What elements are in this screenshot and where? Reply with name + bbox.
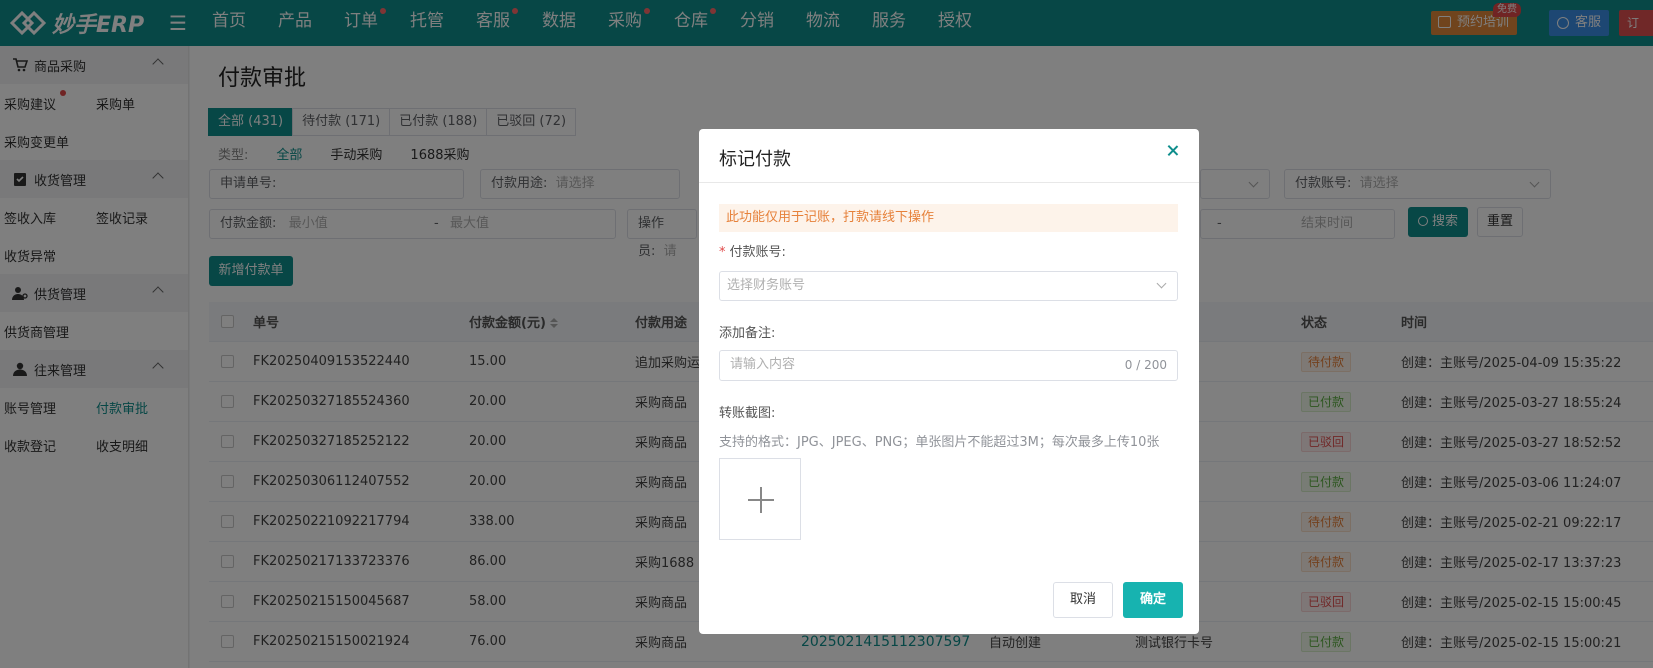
account-placeholder: 选择财务账号 xyxy=(727,278,806,293)
cancel-button[interactable]: 取消 xyxy=(1053,582,1113,618)
upload-plus-icon[interactable] xyxy=(719,458,801,540)
remark-char-count: 0 / 200 xyxy=(1124,358,1167,372)
chevron-down-icon xyxy=(1156,278,1167,289)
remark-placeholder: 请输入内容 xyxy=(730,357,796,372)
dialog-divider xyxy=(699,182,1199,183)
mark-payment-dialog: 标记付款 此功能仅用于记账，打款请线下操作 * 付款账号: 选择财务账号 添加备注… xyxy=(699,129,1199,634)
upload-hint: 支持的格式：JPG、JPEG、PNG；单张图片不能超过3M；每次最多上传10张 xyxy=(719,435,1160,450)
close-icon[interactable] xyxy=(1165,143,1181,159)
account-label-text: 付款账号: xyxy=(729,245,786,260)
account-field-label: * 付款账号: xyxy=(719,241,786,260)
confirm-button[interactable]: 确定 xyxy=(1123,582,1183,618)
required-mark: * xyxy=(719,245,726,260)
notice-alert: 此功能仅用于记账，打款请线下操作 xyxy=(719,204,1178,232)
remark-textarea[interactable]: 请输入内容 0 / 200 xyxy=(719,350,1178,381)
dialog-title: 标记付款 xyxy=(719,149,791,170)
remark-label: 添加备注: xyxy=(719,326,776,341)
finance-account-select[interactable]: 选择财务账号 xyxy=(719,271,1178,301)
screenshot-label: 转账截图: xyxy=(719,406,776,421)
